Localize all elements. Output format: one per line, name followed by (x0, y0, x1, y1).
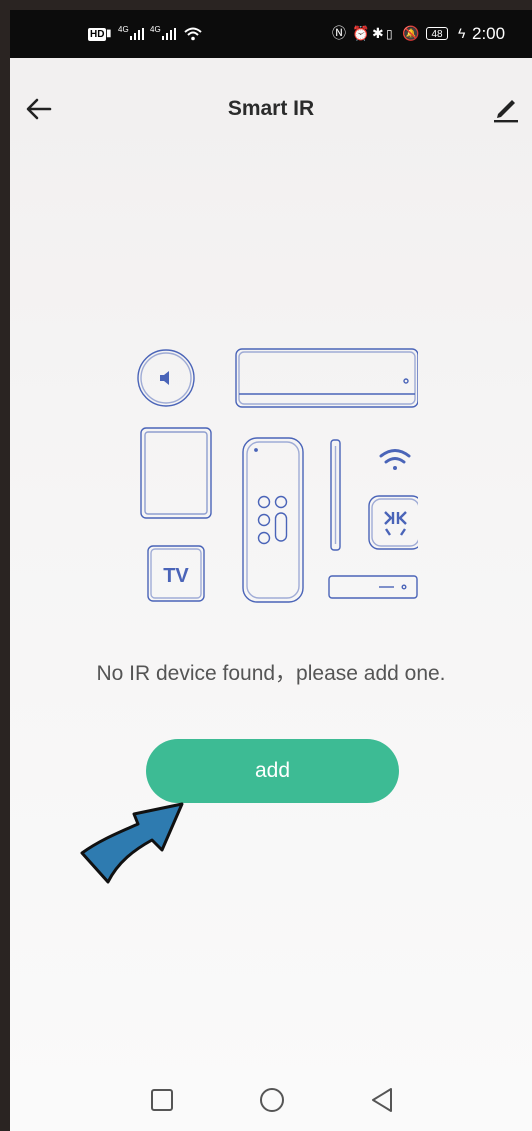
status-bar: HD ▮ 4G 4G Ⓝ ⏰ ✱ ▯ 🔕 48 ϟ 2:00 (10, 10, 532, 58)
air-conditioner-icon (235, 348, 418, 408)
clock: 2:00 (472, 24, 506, 43)
vibrate-icon: ▯ (386, 27, 393, 41)
recent-apps-square-icon[interactable] (144, 1082, 180, 1118)
device-illustration: TV (137, 348, 418, 603)
wifi-signal-icon (379, 449, 411, 470)
signal-icon-2 (162, 28, 176, 40)
page-title: Smart IR (227, 97, 315, 120)
speaker-icon (137, 349, 195, 407)
tv-label: TV (163, 565, 189, 587)
pencil-icon[interactable] (490, 94, 522, 124)
charging-icon: ϟ (458, 25, 466, 41)
alarm-icon: ⏰ (352, 25, 370, 41)
smart-plug-icon (368, 495, 418, 550)
tablet-icon (140, 427, 212, 519)
system-navigation-bar (10, 1082, 532, 1122)
nfc-icon: Ⓝ (332, 25, 346, 41)
pointer-arrow-icon (80, 802, 184, 884)
header: Smart IR (10, 80, 532, 136)
back-triangle-icon[interactable] (364, 1082, 400, 1118)
battery-indicator: 48 (426, 27, 448, 40)
signal-icon-1 (130, 28, 144, 40)
network-label-2: 4G (150, 25, 161, 34)
mute-icon: 🔕 (402, 25, 420, 41)
hd-badge: HD (88, 28, 107, 41)
set-top-box-icon (328, 575, 418, 599)
bluetooth-icon: ✱ (372, 25, 384, 41)
empty-state-message: No IR device found，please add one. (96, 662, 446, 685)
wifi-icon (184, 27, 202, 41)
add-button[interactable]: add (146, 739, 399, 803)
streaming-stick-icon (330, 439, 341, 551)
app-screen: HD ▮ 4G 4G Ⓝ ⏰ ✱ ▯ 🔕 48 ϟ 2:00 Smart IR (10, 10, 532, 1131)
network-label-1: 4G (118, 25, 129, 34)
sim-icon: ▮ (106, 28, 112, 39)
home-circle-icon[interactable] (254, 1082, 290, 1118)
remote-control-icon (242, 437, 304, 603)
